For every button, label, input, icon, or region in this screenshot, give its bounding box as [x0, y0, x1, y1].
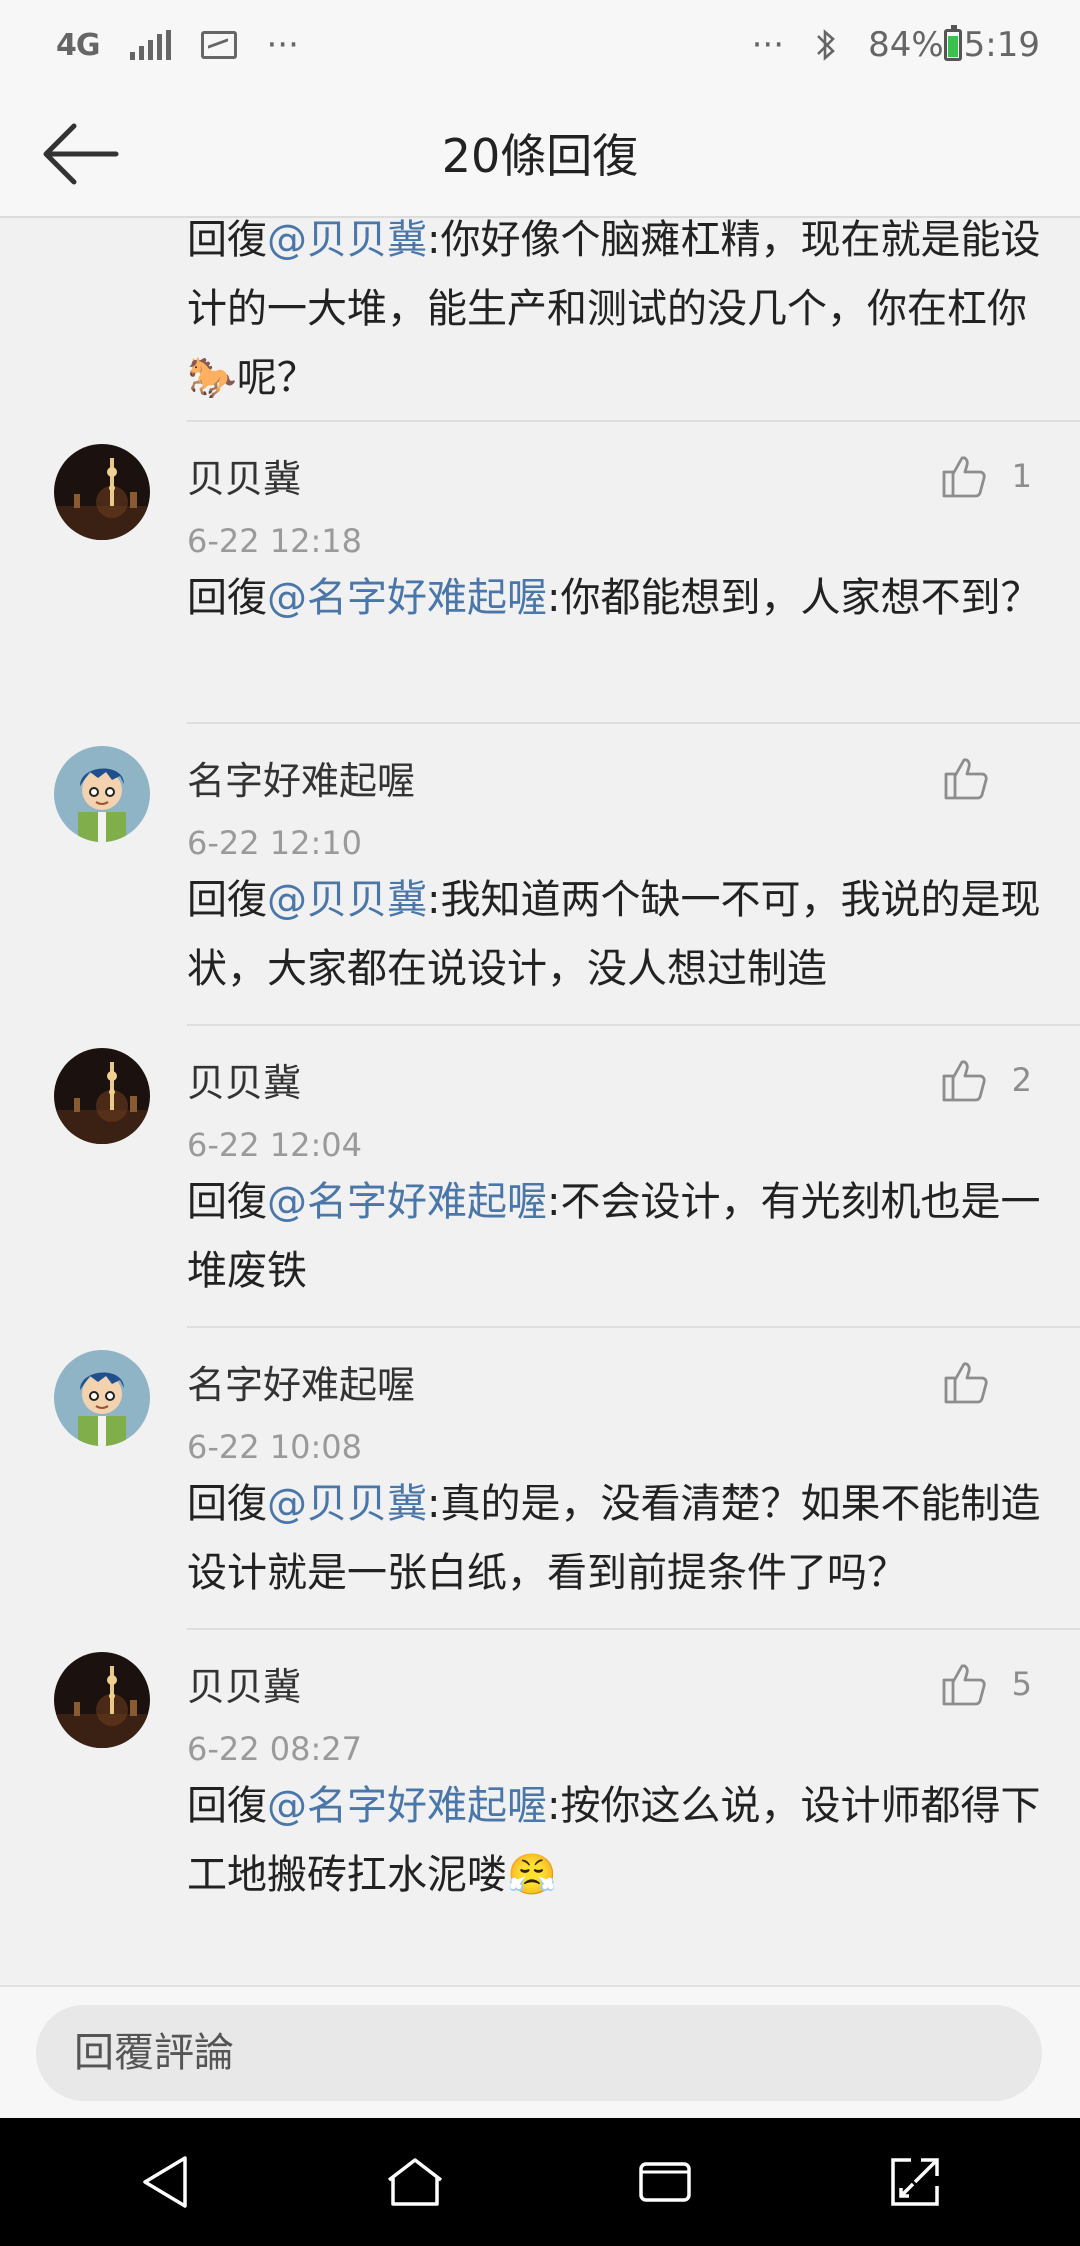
avatar[interactable]	[54, 444, 150, 540]
like-button[interactable]: 5	[940, 1658, 1032, 1710]
signal-icon	[129, 30, 171, 60]
like-button[interactable]	[942, 1356, 1032, 1408]
commenter-name[interactable]: 贝贝冀	[187, 448, 301, 503]
reply-prefix: 回復	[187, 1481, 267, 1527]
comment-body: 回復@名字好难起喔:按你这么说，设计师都得下工地搬砖扛水泥喽😤	[187, 1772, 1047, 1910]
commenter-name[interactable]: 名字好难起喔	[187, 750, 415, 805]
more-status-icon: ···	[751, 25, 785, 65]
mention-link[interactable]: @名字好难起喔	[267, 575, 547, 621]
nav-back-button[interactable]	[125, 2142, 205, 2222]
like-button[interactable]	[942, 752, 1032, 804]
avatar[interactable]	[54, 746, 150, 842]
thumbs-up-icon	[942, 456, 986, 498]
comment-time: 6-22 12:10	[187, 824, 363, 862]
like-button[interactable]: 2	[940, 1054, 1032, 1106]
status-bar: 4G ··· ··· 84% 5:19	[0, 0, 1080, 90]
battery-icon	[943, 25, 962, 61]
comment-item[interactable]: 名字好难起喔 6-22 12:10 回復@贝贝冀:我知道两个缺一不可，我说的是现…	[0, 724, 1080, 1024]
back-triangle-icon	[143, 2156, 187, 2208]
avatar[interactable]	[54, 1350, 150, 1446]
like-count: 5	[1011, 1665, 1032, 1703]
reply-bar	[0, 1985, 1080, 2118]
reply-prefix: 回復	[187, 1179, 267, 1225]
avatar[interactable]	[54, 1652, 150, 1748]
comment-time: 6-22 12:18	[187, 522, 363, 560]
clock: 5:19	[963, 25, 1040, 65]
recents-icon	[639, 2162, 691, 2202]
comment-time: 6-22 12:04	[187, 1126, 363, 1164]
emoji: 😤	[507, 1852, 557, 1898]
thumbs-up-icon	[944, 1362, 988, 1404]
reply-prefix: 回復	[187, 218, 267, 263]
comment-item[interactable]: 名字好难起喔 6-22 10:08 回復@贝贝冀:真的是，没看清楚？如果不能制造…	[0, 1328, 1080, 1628]
thumbs-up-icon	[942, 1664, 986, 1706]
page-title: 20條回復	[441, 129, 639, 183]
reply-input[interactable]	[36, 2005, 1042, 2101]
comment-body: 回復@名字好难起喔:不会设计，有光刻机也是一堆废铁	[187, 1168, 1047, 1306]
comment-item[interactable]: 贝贝冀 6-22 08:27 5 回復@名字好难起喔:按你这么说，设计师都得下工…	[0, 1630, 1080, 1930]
comment-list[interactable]: 回復@贝贝冀:你好像个脑瘫杠精，现在就是能设计的一大堆，能生产和测试的没几个，你…	[0, 218, 1080, 1985]
home-icon	[387, 2158, 443, 2206]
expand-icon	[891, 2158, 939, 2206]
comment-item[interactable]: 贝贝冀 6-22 12:18 1 回復@名字好难起喔:你都能想到，人家想不到？	[0, 422, 1080, 722]
app-header: 20條回復	[0, 90, 1080, 218]
mention-link[interactable]: @贝贝冀	[267, 1481, 427, 1527]
commenter-name[interactable]: 贝贝冀	[187, 1656, 301, 1711]
like-button[interactable]: 1	[940, 450, 1032, 502]
horse-emoji: 🐎	[187, 355, 237, 401]
mention-link[interactable]: @贝贝冀	[267, 877, 427, 923]
thumbs-up-icon	[944, 758, 988, 800]
comment-body: 回復@名字好难起喔:你都能想到，人家想不到？	[187, 564, 1047, 633]
mention-link[interactable]: @贝贝冀	[267, 218, 427, 263]
status-left: 4G ···	[56, 25, 299, 65]
comment-body: 回復@贝贝冀:我知道两个缺一不可，我说的是现状，大家都在说设计，没人想过制造	[187, 866, 1047, 1004]
mention-link[interactable]: @名字好难起喔	[267, 1179, 547, 1225]
nav-expand-button[interactable]	[875, 2142, 955, 2222]
battery-percent: 84%	[868, 25, 944, 65]
nav-recents-button[interactable]	[625, 2142, 705, 2222]
comment-body: 回復@贝贝冀:真的是，没看清楚？如果不能制造设计就是一张白纸，看到前提条件了吗？	[187, 1470, 1047, 1608]
image-notification-icon	[200, 31, 237, 59]
more-notifications-icon: ···	[266, 25, 299, 65]
comment-time: 6-22 10:08	[187, 1428, 363, 1466]
like-count: 2	[1011, 1061, 1032, 1099]
thumbs-up-icon	[942, 1060, 986, 1102]
partial-comment-body: 回復@贝贝冀:你好像个脑瘫杠精，现在就是能设计的一大堆，能生产和测试的没几个，你…	[187, 218, 1047, 413]
commenter-name[interactable]: 名字好难起喔	[187, 1354, 415, 1409]
reply-prefix: 回復	[187, 877, 267, 923]
avatar[interactable]	[54, 1048, 150, 1144]
comment-item[interactable]: 贝贝冀 6-22 12:04 2 回復@名字好难起喔:不会设计，有光刻机也是一堆…	[0, 1026, 1080, 1326]
system-navigation-bar	[0, 2118, 1080, 2246]
bluetooth-icon	[817, 29, 835, 61]
nav-home-button[interactable]	[375, 2142, 455, 2222]
like-count: 1	[1011, 457, 1032, 495]
reply-prefix: 回復	[187, 575, 267, 621]
commenter-name[interactable]: 贝贝冀	[187, 1052, 301, 1107]
network-type: 4G	[56, 27, 100, 63]
status-right: ··· 84% 5:19	[752, 25, 1040, 65]
mention-link[interactable]: @名字好难起喔	[267, 1783, 547, 1829]
comment-time: 6-22 08:27	[187, 1730, 363, 1768]
reply-prefix: 回復	[187, 1783, 267, 1829]
comment-text: :你都能想到，人家想不到？	[547, 575, 1041, 621]
comment-text-end: 呢？	[236, 355, 317, 401]
